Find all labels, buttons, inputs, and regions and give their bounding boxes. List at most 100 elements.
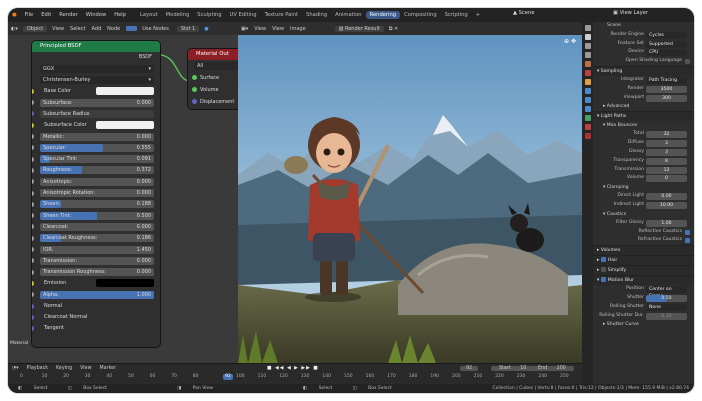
menu-help[interactable]: Help	[110, 12, 130, 18]
reflective-caustics-checkbox[interactable]	[685, 229, 690, 235]
menu-window[interactable]: Window	[82, 12, 110, 18]
color-swatch[interactable]	[96, 279, 154, 288]
scene-selector[interactable]: ▲ Scene	[513, 10, 534, 16]
device-dropdown[interactable]: CPU	[646, 49, 687, 57]
sampling-panel-header[interactable]: ▾ Sampling	[593, 65, 694, 76]
volume-socket[interactable]	[192, 87, 197, 92]
rolling-shutter-dropdown[interactable]: None	[646, 303, 687, 311]
material-output-node[interactable]: Material Out All Surface Volume Displace…	[188, 49, 240, 109]
menu-edit[interactable]: Edit	[37, 12, 55, 18]
menu-view-2[interactable]: View	[269, 26, 287, 32]
view-layer-selector[interactable]: ▣ View Layer	[613, 10, 648, 16]
vector-dropdown[interactable]: Subsurface Radius	[40, 109, 154, 118]
menu-image[interactable]: Image	[287, 26, 309, 32]
menu-marker[interactable]: Marker	[96, 366, 121, 371]
input-socket[interactable]	[32, 156, 34, 162]
render-samples-field[interactable]: 3500	[646, 85, 687, 93]
clamping-subpanel[interactable]: ▾ Clamping	[593, 183, 694, 192]
render-result-image[interactable]: ⊕ ✥	[238, 35, 582, 363]
direct-light-field[interactable]: 0.00	[646, 193, 687, 201]
constraints-tab-icon[interactable]	[584, 115, 591, 121]
editor-type-icon[interactable]: ◐▾	[8, 26, 21, 32]
displacement-socket[interactable]	[192, 99, 197, 104]
input-socket[interactable]	[32, 269, 34, 275]
caustics-subpanel[interactable]: ▾ Caustics	[593, 210, 694, 219]
input-socket[interactable]	[32, 303, 34, 309]
bsdf-value-field[interactable]: Sheen: 0.188	[40, 200, 154, 209]
render-result-dropdown[interactable]: ▨ Render Result	[334, 25, 384, 32]
bounce-field[interactable]: 12	[646, 166, 687, 174]
bounce-field[interactable]: 3	[646, 140, 687, 148]
motion-blur-checkbox[interactable]	[600, 277, 606, 283]
bsdf-value-field[interactable]: Subsurface: 0.000	[40, 98, 154, 107]
tab-scripting[interactable]: Scripting	[441, 11, 472, 19]
menu-view[interactable]: View	[49, 26, 67, 32]
target-dropdown[interactable]: All	[194, 61, 240, 70]
bsdf-value-field[interactable]: Specular Tint: 0.091	[40, 155, 154, 164]
input-socket[interactable]	[32, 201, 34, 207]
advanced-subpanel[interactable]: ▸ Advanced	[593, 102, 694, 111]
bsdf-value-field[interactable]: Anisotropic: 0.000	[40, 177, 154, 186]
input-socket[interactable]	[32, 247, 34, 253]
bsdf-value-field[interactable]: Anisotropic Rotation: 0.000	[40, 189, 154, 198]
integrator-dropdown[interactable]: Path Tracing	[646, 76, 687, 84]
simplify-checkbox[interactable]	[600, 267, 606, 273]
input-socket[interactable]	[32, 190, 34, 196]
view-layer-tab-icon[interactable]	[584, 52, 591, 58]
osl-checkbox[interactable]	[685, 59, 690, 65]
start-frame-field[interactable]: Start 10	[491, 366, 535, 371]
menu-select[interactable]: Select	[67, 26, 88, 32]
rolling-duration-field[interactable]: 0.10	[646, 312, 687, 320]
menu-keying[interactable]: Keying	[52, 366, 76, 371]
bsdf-value-field[interactable]: Transmission Roughness: 0.000	[40, 268, 154, 277]
distribution-dropdown[interactable]: GGX ▾	[40, 64, 154, 73]
data-tab-icon[interactable]	[584, 124, 591, 130]
input-socket[interactable]	[32, 326, 34, 332]
bsdf-value-field[interactable]: Specular: 0.555	[40, 143, 154, 152]
simplify-panel-header[interactable]: ▸ Simplify	[593, 265, 694, 276]
tab-uv-editing[interactable]: UV Editing	[226, 11, 261, 19]
render-tab-icon[interactable]	[584, 34, 591, 40]
max-bounces-subpanel[interactable]: ▾ Max Bounces	[593, 121, 694, 130]
input-socket[interactable]	[32, 88, 34, 94]
material-tab-icon[interactable]	[584, 133, 591, 139]
hair-checkbox[interactable]	[600, 257, 606, 263]
tool-tab-icon[interactable]	[584, 25, 591, 31]
position-dropdown[interactable]: Center on Frame	[646, 286, 687, 299]
principled-bsdf-node[interactable]: Principled BSDF BSDF GGX ▾ Christensen-Bu…	[32, 41, 160, 347]
bounce-field[interactable]: 0	[646, 175, 687, 183]
bsdf-value-field[interactable]: Roughness: 0.372	[40, 166, 154, 175]
bounce-field[interactable]: 8	[646, 157, 687, 165]
indirect-light-field[interactable]: 10.00	[646, 201, 687, 209]
menu-add[interactable]: Add	[88, 26, 104, 32]
input-socket[interactable]	[32, 280, 34, 286]
input-socket[interactable]	[32, 122, 34, 128]
bounce-field[interactable]: 32	[646, 131, 687, 139]
material-sphere-icon[interactable]: ●	[201, 26, 211, 32]
end-frame-field[interactable]: End 200	[530, 366, 574, 371]
bsdf-value-field[interactable]: Transmission: 0.000	[40, 256, 154, 265]
bsdf-value-field[interactable]: Alpha: 1.000	[40, 290, 154, 299]
tab-animation[interactable]: Animation	[331, 11, 365, 19]
bsdf-value-field[interactable]: Sheen Tint: 0.500	[40, 211, 154, 220]
add-workspace-button[interactable]: +	[472, 11, 484, 19]
menu-view-timeline[interactable]: View	[76, 366, 95, 371]
particles-tab-icon[interactable]	[584, 97, 591, 103]
input-socket[interactable]	[32, 224, 34, 230]
output-tab-icon[interactable]	[584, 43, 591, 49]
use-nodes-toggle[interactable]: Use Nodes	[123, 25, 175, 32]
bsdf-value-field[interactable]: Clearcoat: 0.000	[40, 222, 154, 231]
modifier-tab-icon[interactable]	[584, 88, 591, 94]
node-editor[interactable]: Principled BSDF BSDF GGX ▾ Christensen-Bu…	[8, 35, 240, 363]
input-socket[interactable]	[32, 167, 34, 173]
refractive-caustics-checkbox[interactable]	[685, 238, 690, 244]
input-socket[interactable]	[32, 100, 34, 106]
scene-tab-icon[interactable]	[584, 61, 591, 67]
world-tab-icon[interactable]	[584, 70, 591, 76]
viewport-nav-icons[interactable]: ⊕ ✥	[564, 38, 576, 45]
input-socket[interactable]	[32, 314, 34, 320]
render-engine-dropdown[interactable]: Cycles	[646, 31, 687, 39]
material-output-title[interactable]: Material Out	[188, 49, 240, 60]
tab-shading[interactable]: Shading	[302, 11, 331, 19]
menu-render[interactable]: Render	[55, 12, 81, 18]
